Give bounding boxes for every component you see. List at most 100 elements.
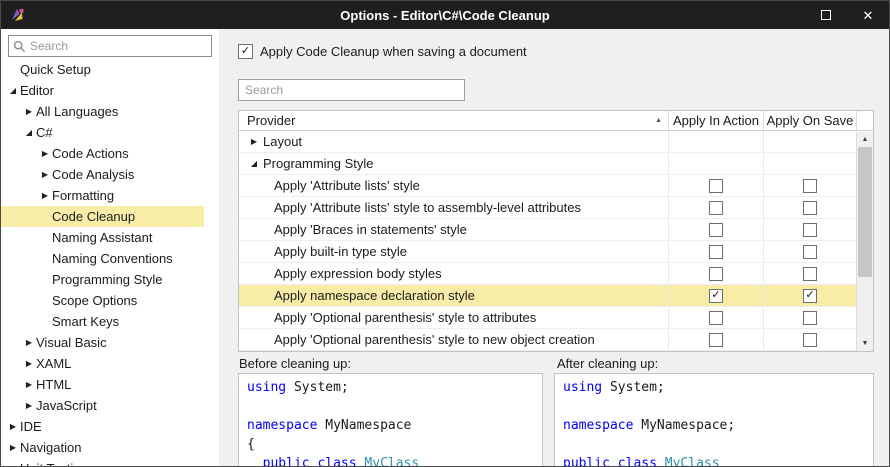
column-header-provider[interactable]: Provider ▲ bbox=[239, 111, 668, 130]
code-token-plain: MyNamespace bbox=[317, 418, 412, 433]
window-title: Options - Editor\C#\Code Cleanup bbox=[340, 7, 550, 23]
expand-icon[interactable]: ▶ bbox=[38, 170, 52, 179]
provider-label: Programming Style bbox=[263, 156, 374, 171]
sidebar-item-unit-testing[interactable]: ▶Unit Testing bbox=[1, 458, 204, 466]
apply-on-save-checkbox[interactable] bbox=[803, 332, 817, 347]
sidebar-item-smart-keys[interactable]: Smart Keys bbox=[1, 311, 204, 332]
apply-in-action-checkbox[interactable] bbox=[709, 244, 723, 259]
apply-on-save-cell bbox=[763, 263, 856, 284]
provider-row-apply-attribute-lists-style-to-assembly-level-attributes[interactable]: Apply 'Attribute lists' style to assembl… bbox=[239, 197, 856, 219]
provider-cell: ▶ Layout bbox=[239, 131, 668, 152]
apply-on-save-option[interactable]: ✓ Apply Code Cleanup when saving a docum… bbox=[238, 43, 527, 59]
sidebar-item-code-actions[interactable]: ▶ Code Actions bbox=[1, 143, 204, 164]
sidebar-search-input[interactable] bbox=[30, 39, 207, 53]
code-line: public class MyClass bbox=[563, 454, 865, 467]
collapse-icon[interactable]: ◢ bbox=[6, 86, 20, 95]
sidebar-item-ide[interactable]: ▶ IDE bbox=[1, 416, 204, 437]
column-header-apply-on-save[interactable]: Apply On Save bbox=[763, 111, 856, 130]
header-filler bbox=[856, 111, 873, 130]
expand-icon[interactable]: ▶ bbox=[22, 380, 36, 389]
sidebar-item-label: Smart Keys bbox=[52, 314, 120, 329]
apply-in-action-checkbox[interactable] bbox=[709, 200, 723, 215]
provider-group-row-layout[interactable]: ▶ Layout bbox=[239, 131, 856, 153]
apply-in-action-cell bbox=[668, 197, 763, 218]
expand-icon[interactable]: ▶ bbox=[6, 443, 20, 452]
apply-on-save-cell bbox=[763, 153, 856, 174]
sidebar-item-quick-setup[interactable]: Quick Setup bbox=[1, 59, 204, 80]
sidebar-item-programming-style[interactable]: Programming Style bbox=[1, 269, 204, 290]
provider-row-apply-optional-parenthesis-style-to-new-object-creation[interactable]: Apply 'Optional parenthesis' style to ne… bbox=[239, 329, 856, 351]
sidebar-item-visual-basic[interactable]: ▶ Visual Basic bbox=[1, 332, 204, 353]
apply-on-save-checkbox[interactable] bbox=[803, 266, 817, 281]
sidebar-tree: Quick Setup ◢ Editor ▶ All Languages ◢ C# ▶ Code… bbox=[1, 59, 219, 466]
sidebar-item-editor[interactable]: ◢ Editor bbox=[1, 80, 204, 101]
scrollbar-thumb[interactable] bbox=[858, 147, 872, 277]
provider-search-input[interactable] bbox=[238, 79, 465, 101]
maximize-button[interactable] bbox=[805, 1, 847, 29]
apply-code-cleanup-checkbox[interactable]: ✓ bbox=[238, 43, 253, 59]
expand-icon[interactable]: ▶ bbox=[38, 191, 52, 200]
apply-on-save-checkbox[interactable] bbox=[803, 244, 817, 259]
code-line: using System; bbox=[247, 378, 534, 397]
close-icon: ✕ bbox=[862, 7, 874, 23]
sidebar-item-formatting[interactable]: ▶ Formatting bbox=[1, 185, 204, 206]
expand-icon[interactable]: ▶ bbox=[6, 422, 20, 431]
scroll-down-button[interactable]: ▼ bbox=[857, 336, 873, 351]
apply-in-action-checkbox[interactable] bbox=[709, 266, 723, 281]
expand-icon[interactable]: ▶ bbox=[22, 107, 36, 116]
provider-row-apply-braces-in-statements-style[interactable]: Apply 'Braces in statements' style bbox=[239, 219, 856, 241]
apply-on-save-checkbox[interactable] bbox=[803, 178, 817, 193]
sidebar-item-label: Code Analysis bbox=[52, 167, 135, 182]
apply-in-action-checkbox[interactable] bbox=[709, 332, 723, 347]
expand-icon[interactable]: ▶ bbox=[22, 359, 36, 368]
provider-row-apply-namespace-declaration-style[interactable]: Apply namespace declaration style ✓ ✓ bbox=[239, 285, 856, 307]
scroll-up-button[interactable]: ▲ bbox=[857, 132, 873, 147]
collapse-icon[interactable]: ◢ bbox=[22, 128, 36, 137]
sidebar-item-code-cleanup[interactable]: Code Cleanup bbox=[1, 206, 204, 227]
apply-on-save-checkbox[interactable] bbox=[803, 200, 817, 215]
provider-row-apply-attribute-lists-style[interactable]: Apply 'Attribute lists' style bbox=[239, 175, 856, 197]
sidebar-item-navigation[interactable]: ▶ Navigation bbox=[1, 437, 204, 458]
sidebar-item-html[interactable]: ▶ HTML bbox=[1, 374, 204, 395]
sidebar-item-label: Formatting bbox=[52, 188, 115, 203]
sidebar-item-c[interactable]: ◢ C# bbox=[1, 122, 204, 143]
column-label: Apply In Action bbox=[673, 113, 759, 128]
provider-row-apply-built-in-type-style[interactable]: Apply built-in type style bbox=[239, 241, 856, 263]
apply-in-action-cell bbox=[668, 153, 763, 174]
collapse-icon[interactable]: ◢ bbox=[247, 159, 261, 168]
expand-icon[interactable]: ▶ bbox=[6, 464, 20, 466]
sidebar-item-all-languages[interactable]: ▶ All Languages bbox=[1, 101, 204, 122]
before-code: using System; namespace MyNamespace { pub… bbox=[238, 373, 543, 467]
apply-on-save-cell bbox=[763, 219, 856, 240]
sidebar-item-javascript[interactable]: ▶ JavaScript bbox=[1, 395, 204, 416]
apply-in-action-checkbox[interactable] bbox=[709, 222, 723, 237]
table-scrollbar[interactable]: ▲ ▼ bbox=[856, 132, 873, 351]
expand-icon[interactable]: ▶ bbox=[22, 401, 36, 410]
apply-on-save-checkbox[interactable] bbox=[803, 222, 817, 237]
sidebar-item-code-analysis[interactable]: ▶ Code Analysis bbox=[1, 164, 204, 185]
provider-group-row-programming-style[interactable]: ◢ Programming Style bbox=[239, 153, 856, 175]
apply-on-save-checkbox[interactable] bbox=[803, 310, 817, 325]
sidebar-item-label: Quick Setup bbox=[20, 62, 91, 77]
close-button[interactable]: ✕ bbox=[847, 1, 889, 29]
expand-icon[interactable]: ▶ bbox=[38, 149, 52, 158]
expand-icon[interactable]: ▶ bbox=[22, 338, 36, 347]
sidebar-item-naming-conventions[interactable]: Naming Conventions bbox=[1, 248, 204, 269]
sort-ascending-icon: ▲ bbox=[655, 117, 662, 124]
apply-in-action-checkbox[interactable] bbox=[709, 310, 723, 325]
sidebar-item-naming-assistant[interactable]: Naming Assistant bbox=[1, 227, 204, 248]
sidebar-item-xaml[interactable]: ▶ XAML bbox=[1, 353, 204, 374]
provider-label: Apply 'Optional parenthesis' style to at… bbox=[274, 310, 537, 325]
code-token-keyword: class bbox=[617, 456, 657, 467]
provider-row-apply-optional-parenthesis-style-to-attributes[interactable]: Apply 'Optional parenthesis' style to at… bbox=[239, 307, 856, 329]
expand-icon[interactable]: ▶ bbox=[247, 137, 261, 146]
code-token-type: MyClass bbox=[356, 456, 420, 467]
provider-row-apply-expression-body-styles[interactable]: Apply expression body styles bbox=[239, 263, 856, 285]
apply-in-action-checkbox[interactable] bbox=[709, 178, 723, 193]
apply-in-action-checkbox[interactable]: ✓ bbox=[709, 288, 723, 303]
column-label: Provider bbox=[247, 113, 296, 128]
column-header-apply-in-action[interactable]: Apply In Action bbox=[668, 111, 763, 130]
apply-on-save-checkbox[interactable]: ✓ bbox=[803, 288, 817, 303]
sidebar-item-scope-options[interactable]: Scope Options bbox=[1, 290, 204, 311]
